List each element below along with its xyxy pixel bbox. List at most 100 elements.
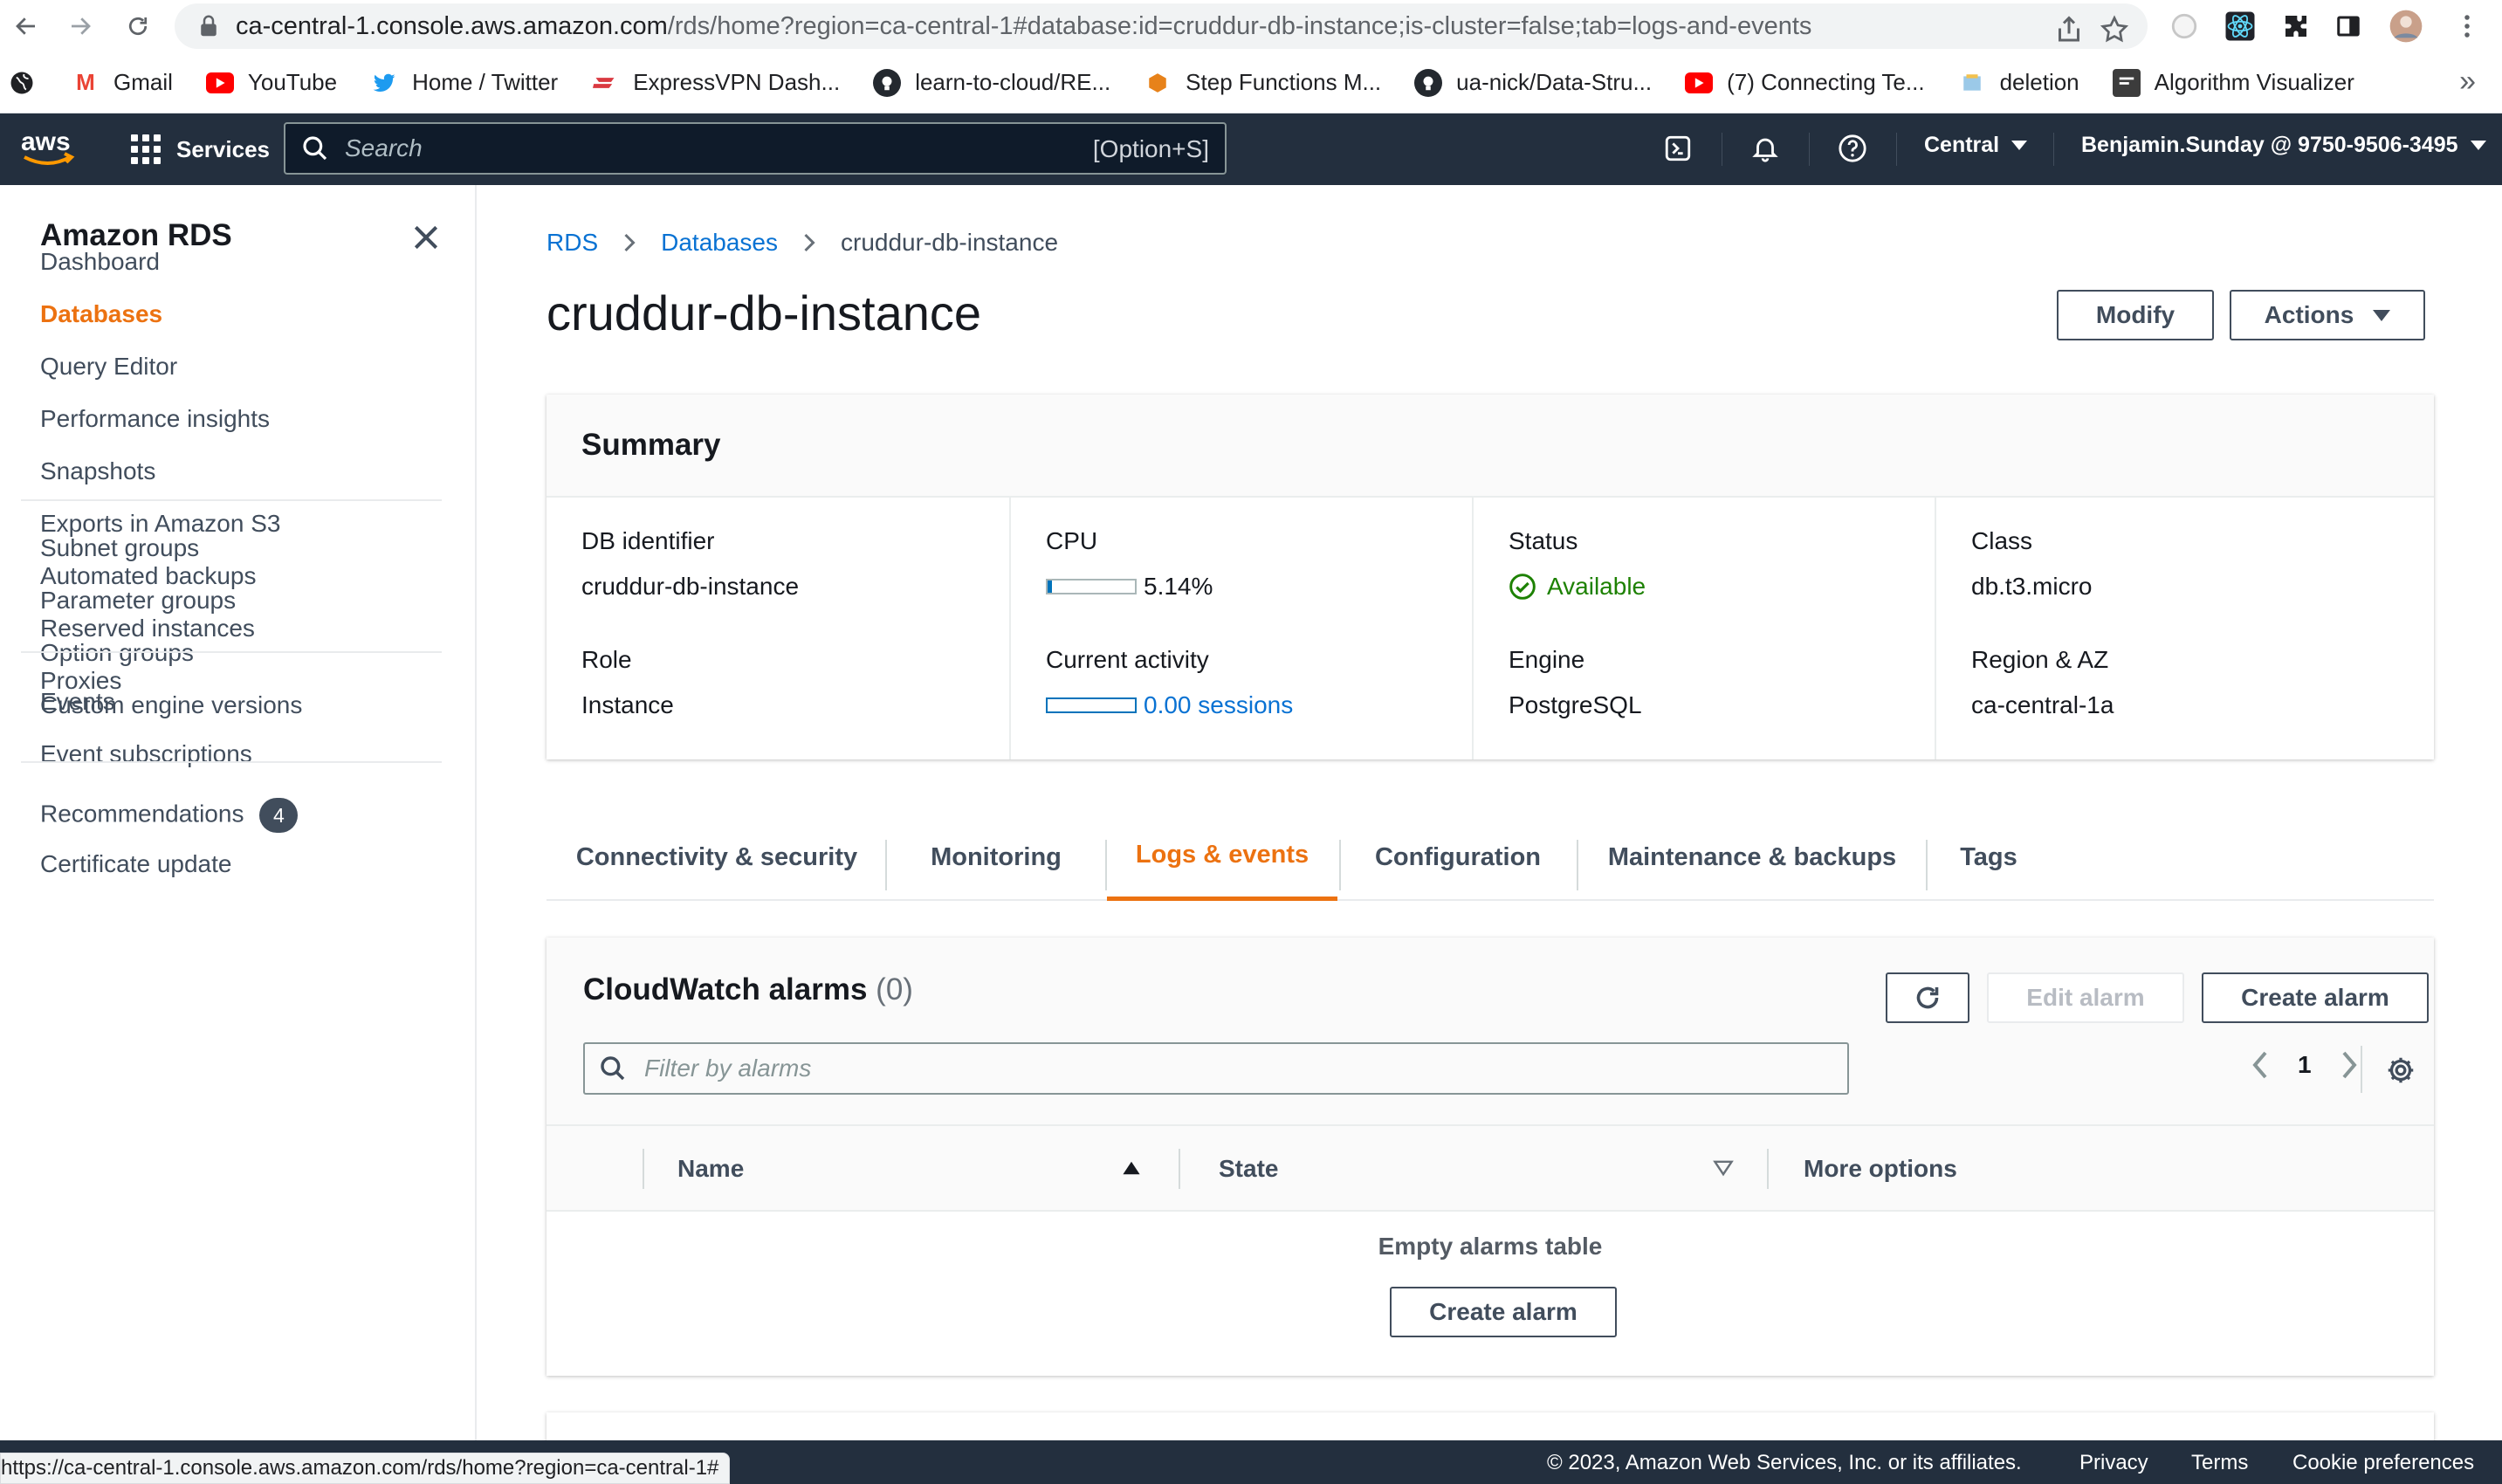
sidebar-item-query-editor[interactable]: Query Editor bbox=[40, 353, 177, 381]
sidebar-divider bbox=[21, 761, 442, 763]
bookmark-item[interactable]: Algorithm Visualizer bbox=[2112, 68, 2354, 97]
tab-maintenance-backups[interactable]: Maintenance & backups bbox=[1578, 814, 1926, 901]
address-bar[interactable]: ca-central-1.console.aws.amazon.com/rds/… bbox=[175, 3, 2148, 49]
role-label: Role bbox=[581, 646, 632, 673]
expressvpn-icon bbox=[591, 69, 619, 97]
sidebar-item-option-groups[interactable]: Option groups bbox=[40, 639, 194, 667]
help-icon[interactable] bbox=[1835, 131, 1870, 166]
back-arrow-icon[interactable] bbox=[7, 7, 45, 45]
sidebar-item-parameter-groups[interactable]: Parameter groups bbox=[40, 587, 236, 615]
share-icon[interactable] bbox=[2053, 14, 2085, 45]
bookmark-item[interactable]: Home / Twitter bbox=[370, 68, 558, 97]
actions-dropdown-button[interactable]: Actions bbox=[2230, 290, 2425, 340]
alarms-table-header: Name State More options bbox=[546, 1124, 2434, 1212]
tab-tags[interactable]: Tags bbox=[1928, 814, 2050, 901]
region-selector[interactable]: Central bbox=[1924, 133, 2028, 158]
tab-logs-events[interactable]: Logs & events bbox=[1107, 814, 1337, 901]
sidebar-item-label: Snapshots bbox=[40, 457, 156, 484]
sidebar-item-label: Parameter groups bbox=[40, 587, 237, 614]
cpu-value: 5.14% bbox=[1046, 573, 1213, 601]
caret-down-icon bbox=[2373, 309, 2391, 321]
breadcrumb-databases-link[interactable]: Databases bbox=[661, 229, 778, 257]
bookmark-item[interactable]: ua-nick/Data-Stru... bbox=[1414, 68, 1652, 97]
footer-privacy-link[interactable]: Privacy bbox=[2079, 1451, 2148, 1475]
url-text: ca-central-1.console.aws.amazon.com/rds/… bbox=[236, 11, 1812, 40]
bookmark-item[interactable]: YouTube bbox=[205, 69, 337, 96]
bookmark-item[interactable]: (7) Connecting Te... bbox=[1685, 69, 1925, 96]
bookmarks-overflow-button[interactable]: » bbox=[2459, 65, 2476, 99]
bookmark-item[interactable]: M Gmail bbox=[72, 68, 173, 97]
sidebar-item-certificate-update[interactable]: Certificate update bbox=[40, 850, 231, 878]
current-activity-value[interactable]: 0.00 sessions bbox=[1046, 691, 1293, 719]
status-text: Available bbox=[1547, 573, 1646, 600]
bookmark-item[interactable]: ExpressVPN Dash... bbox=[591, 69, 840, 97]
sidebar-item-label: Automated backups bbox=[40, 562, 257, 589]
sidebar-item-label: Performance insights bbox=[40, 405, 271, 432]
sidebar-item-recommendations[interactable]: Recommendations 4 bbox=[40, 798, 299, 833]
alarm-filter-placeholder: Filter by alarms bbox=[644, 1055, 812, 1082]
aws-logo[interactable]: aws bbox=[19, 126, 77, 171]
footer-cookie-preferences-link[interactable]: Cookie preferences bbox=[2292, 1451, 2474, 1475]
bookmark-item[interactable]: Step Functions M... bbox=[1144, 69, 1381, 97]
bookmark-label: Algorithm Visualizer bbox=[2154, 69, 2354, 95]
tab-configuration[interactable]: Configuration bbox=[1341, 814, 1575, 901]
sidebar-item-performance-insights[interactable]: Performance insights bbox=[40, 405, 270, 433]
class-value: db.t3.micro bbox=[1971, 573, 2093, 600]
alarm-filter-input[interactable]: Filter by alarms bbox=[583, 1042, 1849, 1095]
console-search-input[interactable]: Search [Option+S] bbox=[284, 122, 1227, 175]
edit-alarm-button[interactable]: Edit alarm bbox=[1987, 972, 2184, 1023]
sidebar-item-databases[interactable]: Databases bbox=[40, 300, 162, 328]
cloudshell-icon[interactable] bbox=[1660, 131, 1695, 166]
forward-arrow-icon[interactable] bbox=[61, 7, 100, 45]
extension-circle-icon[interactable] bbox=[2167, 9, 2202, 44]
activity-bar bbox=[1046, 697, 1137, 713]
notifications-bell-icon[interactable] bbox=[1748, 131, 1783, 166]
algorithm-visualizer-icon bbox=[2112, 68, 2141, 97]
sidebar-item-dashboard[interactable]: Dashboard bbox=[40, 248, 160, 276]
settings-gear-icon[interactable] bbox=[2385, 1055, 2416, 1086]
sidebar-item-label: Event subscriptions bbox=[40, 740, 252, 767]
sort-icon[interactable] bbox=[1713, 1159, 1734, 1177]
browser-menu-icon[interactable] bbox=[2450, 9, 2485, 44]
lock-icon bbox=[201, 15, 217, 37]
bookmark-star-icon[interactable] bbox=[2099, 14, 2130, 45]
rds-sidebar: Amazon RDS Dashboard Databases Query Edito… bbox=[0, 185, 477, 1440]
side-panel-icon[interactable] bbox=[2331, 9, 2366, 44]
bookmark-item[interactable]: learn-to-cloud/RE... bbox=[873, 68, 1110, 97]
sessions-link[interactable]: 0.00 sessions bbox=[1144, 691, 1293, 719]
status-label: Status bbox=[1509, 527, 1578, 554]
sidebar-item-snapshots[interactable]: Snapshots bbox=[40, 457, 155, 485]
create-alarm-button[interactable]: Create alarm bbox=[2202, 972, 2429, 1023]
youtube-icon bbox=[1685, 72, 1714, 93]
summary-column-identifier: DB identifier cruddur-db-instance Role I… bbox=[546, 498, 1009, 759]
services-menu-button[interactable]: Services bbox=[131, 129, 270, 169]
browser-toolbar: ca-central-1.console.aws.amazon.com/rds/… bbox=[0, 0, 2502, 52]
extensions-puzzle-icon[interactable] bbox=[2279, 9, 2313, 44]
sidebar-item-events[interactable]: Events bbox=[40, 688, 115, 716]
sidebar-divider bbox=[21, 651, 442, 653]
footer-terms-link[interactable]: Terms bbox=[2191, 1451, 2248, 1475]
create-alarm-empty-button[interactable]: Create alarm bbox=[1390, 1287, 1617, 1337]
react-devtools-icon[interactable] bbox=[2223, 9, 2258, 44]
profile-avatar-icon[interactable] bbox=[2389, 9, 2423, 44]
page-number[interactable]: 1 bbox=[2298, 1051, 2312, 1079]
chevron-left-icon[interactable] bbox=[2249, 1049, 2272, 1081]
reload-icon[interactable] bbox=[119, 7, 157, 45]
actions-label: Actions bbox=[2264, 301, 2354, 328]
tab-connectivity-security[interactable]: Connectivity & security bbox=[546, 814, 887, 901]
close-icon[interactable] bbox=[409, 220, 443, 255]
alarms-count: (0) bbox=[876, 972, 913, 1007]
modify-button[interactable]: Modify bbox=[2057, 290, 2214, 340]
tab-monitoring[interactable]: Monitoring bbox=[887, 814, 1105, 901]
sort-ascending-icon[interactable] bbox=[1121, 1159, 1142, 1177]
bookmark-apps[interactable] bbox=[9, 70, 35, 96]
account-menu[interactable]: Benjamin.Sunday @ 9750-9506-3495 bbox=[2081, 133, 2486, 158]
sidebar-item-subnet-groups[interactable]: Subnet groups bbox=[40, 534, 199, 562]
column-header-state[interactable]: State bbox=[1219, 1126, 1278, 1212]
refresh-button[interactable] bbox=[1886, 972, 1969, 1023]
bookmark-item[interactable]: deletion bbox=[1958, 69, 2079, 97]
breadcrumb-rds-link[interactable]: RDS bbox=[546, 229, 598, 257]
sidebar-item-event-subscriptions[interactable]: Event subscriptions bbox=[40, 740, 252, 768]
column-header-name[interactable]: Name bbox=[677, 1126, 744, 1212]
chevron-right-icon[interactable] bbox=[2338, 1049, 2361, 1081]
